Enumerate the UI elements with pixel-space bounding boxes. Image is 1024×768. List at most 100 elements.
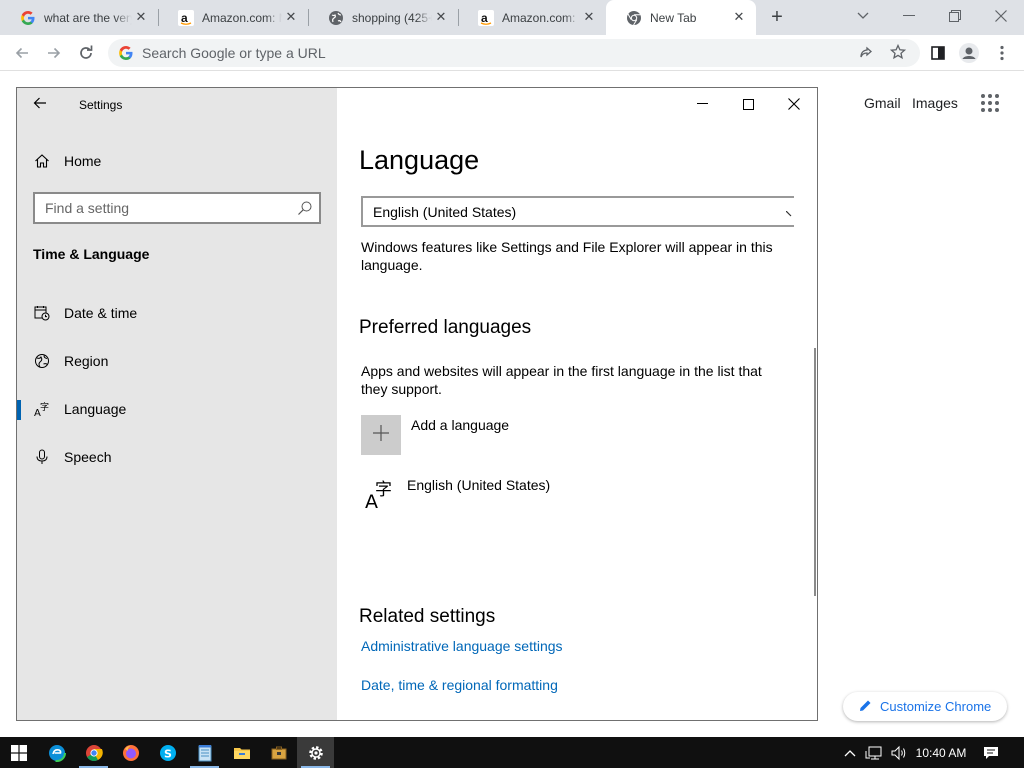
edge-icon [47,743,66,762]
file-explorer-taskbar-button[interactable] [223,737,260,768]
sidebar-item-label: Speech [64,449,112,465]
skype-taskbar-button[interactable]: S [149,737,186,768]
back-button[interactable] [12,43,32,63]
google-g-icon [118,45,134,61]
start-button[interactable] [0,737,37,768]
pencil-icon [859,699,872,715]
tab-title: shopping (425+) [352,10,432,25]
restore-button[interactable] [941,5,969,27]
amazon-icon: a [478,9,494,26]
new-tab-button[interactable]: + [767,7,787,27]
forward-button[interactable] [44,43,64,63]
browser-tab[interactable]: what are the very ✕ [0,0,158,35]
chevron-down-icon [785,206,794,220]
language-icon: A字 [34,401,50,417]
svg-text:字: 字 [375,480,392,500]
close-icon[interactable]: ✕ [582,10,596,24]
find-setting-input[interactable] [45,199,285,217]
maximize-button[interactable] [725,94,771,114]
volume-icon[interactable] [889,737,909,768]
back-arrow-icon[interactable] [33,96,49,114]
tab-title: New Tab [650,10,697,25]
plus-icon [372,424,390,447]
customize-chrome-button[interactable]: Customize Chrome [843,692,1007,721]
gmail-link[interactable]: Gmail [864,95,901,111]
chrome-taskbar-button[interactable] [75,737,112,768]
clock[interactable]: 10:40 AM [911,737,971,768]
google-apps-icon[interactable] [980,93,1000,113]
globe-icon [34,353,50,369]
regional-formatting-link[interactable]: Date, time & regional formatting [361,677,558,693]
close-window-button[interactable] [987,5,1015,27]
address-input[interactable] [142,43,842,63]
browser-tab-active[interactable]: New Tab ✕ [606,0,756,35]
scrollbar[interactable] [814,348,816,596]
browser-tab[interactable]: a Amazon.com: Mic ✕ [458,0,606,35]
customize-chrome-label: Customize Chrome [880,699,992,714]
side-panel-icon[interactable] [928,43,948,63]
briefcase-icon [271,746,286,759]
close-icon[interactable]: ✕ [434,10,448,24]
firefox-taskbar-button[interactable] [112,737,149,768]
admin-language-settings-link[interactable]: Administrative language settings [361,638,563,654]
sidebar-item-home[interactable]: Home [17,141,337,181]
gear-icon [308,745,323,760]
add-language-button[interactable] [361,415,401,455]
settings-sidebar: Settings Home Time & Language Date & tim… [17,88,337,720]
home-icon [34,153,50,169]
chrome-icon [626,10,642,26]
google-g-icon [20,10,36,26]
tab-search-chevron-icon[interactable] [849,5,877,27]
skype-icon: S [159,744,176,761]
taskbar: S 10:40 AM [0,737,1024,768]
close-icon[interactable]: ✕ [134,10,148,24]
calendar-clock-icon [34,305,50,321]
profile-avatar-icon[interactable] [959,43,979,63]
address-bar[interactable] [108,39,920,67]
minimize-button[interactable] [679,94,725,114]
notifications-icon[interactable] [980,737,1002,768]
settings-window: Settings Home Time & Language Date & tim… [16,87,818,721]
search-icon[interactable] [297,200,313,216]
page-title: Language [359,145,480,175]
dropdown-value: English (United States) [373,203,517,220]
tab-title: what are the very [44,10,132,25]
menu-kebab-icon[interactable] [992,43,1012,63]
minimize-button[interactable] [895,5,923,27]
show-hidden-icons-chevron-icon[interactable] [842,737,858,768]
sidebar-item-label: Region [64,353,109,369]
close-icon[interactable]: ✕ [284,10,298,24]
add-language-label[interactable]: Add a language [411,417,509,433]
globe-icon [328,10,344,26]
language-icon: A字 [363,478,395,513]
settings-window-title: Settings [79,98,123,112]
installed-language-item[interactable]: English (United States) [407,477,550,493]
edge-taskbar-button[interactable] [38,737,75,768]
notepad-taskbar-button[interactable] [186,737,223,768]
folder-icon [233,747,250,759]
browser-tab[interactable]: shopping (425+) ✕ [308,0,458,35]
amazon-icon: a [178,9,194,26]
tab-title: Amazon.com: Mic [502,10,580,25]
network-icon[interactable] [864,737,884,768]
settings-taskbar-button[interactable] [297,737,334,768]
share-icon[interactable] [858,45,874,66]
sidebar-item-label: Home [64,153,102,169]
bookmark-star-icon[interactable] [889,43,907,65]
preferred-languages-heading: Preferred languages [359,317,532,338]
sidebar-item-speech[interactable]: Speech [17,437,337,477]
sidebar-item-language[interactable]: A字 Language [17,389,337,429]
find-setting-search[interactable] [33,192,321,224]
sidebar-item-region[interactable]: Region [17,341,337,381]
reload-button[interactable] [76,43,96,63]
sidebar-section-title: Time & Language [33,246,150,262]
browser-tab[interactable]: a Amazon.com: Mic ✕ [158,0,308,35]
images-link[interactable]: Images [912,95,958,111]
close-button[interactable] [771,94,817,114]
app-taskbar-button[interactable] [260,737,297,768]
firefox-icon [122,744,139,761]
svg-text:S: S [164,747,172,760]
sidebar-item-date-time[interactable]: Date & time [17,293,337,333]
close-icon[interactable]: ✕ [732,10,746,24]
display-language-dropdown[interactable]: English (United States) [361,196,794,227]
